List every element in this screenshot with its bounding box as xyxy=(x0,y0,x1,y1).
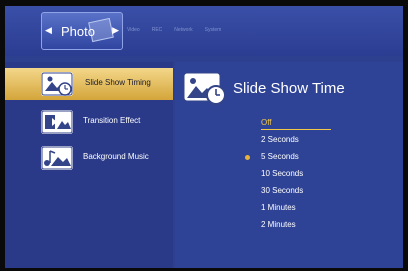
option-2-seconds[interactable]: 2 Seconds xyxy=(261,135,391,149)
settings-panel: Slide Show Time Off 2 Seconds 5 Seconds … xyxy=(175,62,403,268)
left-arrow-icon[interactable]: ◀ xyxy=(45,26,52,36)
sidebar-item-transition-effect[interactable]: Transition Effect xyxy=(5,106,173,138)
header-bar: ◀ Photo ▶ Video REC Network System xyxy=(5,6,403,56)
tab-rec[interactable]: REC xyxy=(152,27,163,33)
right-arrow-icon[interactable]: ▶ xyxy=(112,26,119,36)
selected-bullet-icon xyxy=(245,155,250,160)
music-icon xyxy=(41,146,73,170)
sidebar-item-label: Background Music xyxy=(83,152,149,161)
transition-icon xyxy=(41,110,73,134)
sidebar-item-background-music[interactable]: Background Music xyxy=(5,142,173,174)
sidebar-item-label: Transition Effect xyxy=(83,116,141,125)
sidebar-item-slide-show-timing[interactable]: Slide Show Timing xyxy=(5,68,173,100)
option-off[interactable]: Off xyxy=(261,118,391,132)
photo-tab[interactable]: ◀ Photo ▶ xyxy=(41,12,123,50)
option-label: 5 Seconds xyxy=(261,152,299,161)
photo-tab-label: Photo xyxy=(61,23,95,39)
tab-network[interactable]: Network xyxy=(174,27,192,33)
option-2-minutes[interactable]: 2 Minutes xyxy=(261,220,391,234)
slideshow-clock-icon xyxy=(41,72,73,96)
option-1-minutes[interactable]: 1 Minutes xyxy=(261,203,391,217)
option-5-seconds[interactable]: 5 Seconds xyxy=(245,152,391,166)
screen: ◀ Photo ▶ Video REC Network System Slide… xyxy=(5,6,403,268)
panel-title: Slide Show Time xyxy=(233,80,345,97)
slideshow-clock-icon xyxy=(183,72,226,105)
sidebar-item-label: Slide Show Timing xyxy=(85,78,151,87)
option-30-seconds[interactable]: 30 Seconds xyxy=(261,186,391,200)
menu-tabs: Video REC Network System xyxy=(127,27,221,33)
tv-bezel: ◀ Photo ▶ Video REC Network System Slide… xyxy=(0,0,408,271)
option-10-seconds[interactable]: 10 Seconds xyxy=(261,169,391,183)
sidebar: Slide Show Timing Transition Effect Back… xyxy=(5,62,173,268)
tab-system[interactable]: System xyxy=(205,27,222,33)
tab-video[interactable]: Video xyxy=(127,27,140,33)
